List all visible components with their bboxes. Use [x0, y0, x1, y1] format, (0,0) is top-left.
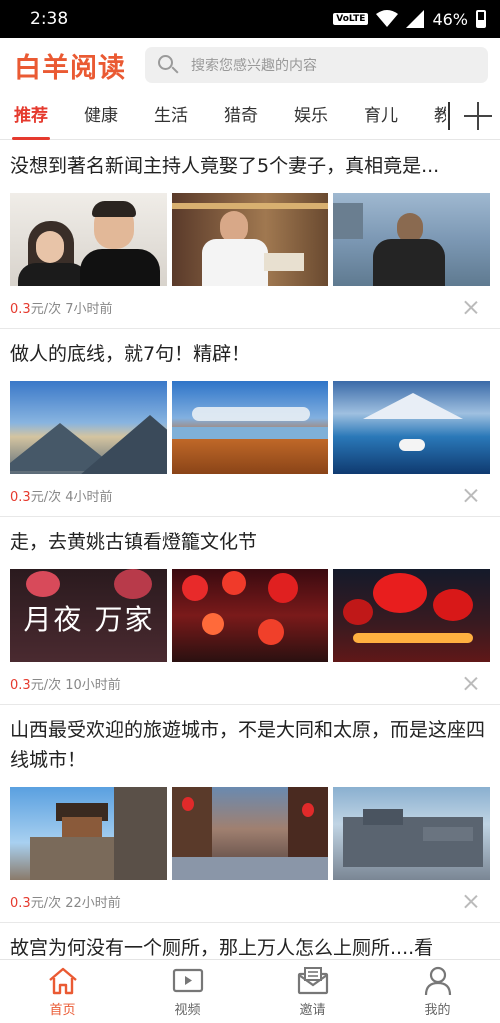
article-images [10, 193, 491, 286]
battery-icon [476, 10, 486, 28]
article-card[interactable]: 没想到著名新闻主持人竟娶了5个妻子，真相竟是... 0.3元/次 7小时前 [0, 141, 500, 329]
article-title[interactable]: 山西最受欢迎的旅遊城市，不是大同和太原，而是这座四线城市！ [10, 715, 490, 775]
article-price: 0.3 [10, 301, 31, 317]
battery-percent: 46% [432, 9, 468, 29]
volte-icon: VoLTE [333, 13, 369, 25]
tab-recommend[interactable]: 推荐 [0, 92, 62, 140]
home-icon [48, 967, 77, 994]
dismiss-icon[interactable] [464, 676, 478, 690]
tab-curiosity[interactable]: 猎奇 [210, 92, 272, 140]
signal-icon [406, 10, 425, 28]
category-tabs: 推荐 健康 生活 猎奇 娱乐 育儿 教 [0, 92, 500, 140]
nav-video-label: 视频 [174, 1002, 201, 1018]
article-card[interactable]: 山西最受欢迎的旅遊城市，不是大同和太原，而是这座四线城市！ 0.3元/次 22小… [0, 705, 500, 923]
app-header: 白羊阅读 搜索您感兴趣的内容 [0, 38, 500, 92]
tab-education[interactable]: 教 [420, 92, 446, 140]
article-price-unit: 元/次 [30, 895, 62, 911]
profile-icon [424, 966, 451, 995]
article-price: 0.3 [10, 677, 31, 693]
article-title[interactable]: 走，去黄姚古镇看燈籠文化节 [10, 527, 490, 557]
article-images: 月夜 万家 [10, 569, 491, 662]
status-bar: 2:38 VoLTE 46% [0, 0, 500, 38]
tab-life[interactable]: 生活 [140, 92, 202, 140]
article-image[interactable] [333, 787, 491, 880]
article-time: 4小时前 [65, 489, 113, 505]
article-feed[interactable]: 没想到著名新闻主持人竟娶了5个妻子，真相竟是... 0.3元/次 7小时前 做人… [0, 141, 500, 959]
article-title[interactable]: 做人的底线，就7句！精辟！ [10, 339, 490, 369]
video-icon [172, 968, 203, 992]
article-price-time: 0.3元/次 22小时前 [10, 892, 121, 911]
article-images [10, 787, 491, 880]
tab-divider [448, 101, 450, 130]
nav-home[interactable]: 首页 [0, 960, 125, 1023]
article-meta: 0.3元/次 7小时前 [10, 286, 490, 328]
search-icon [157, 54, 179, 76]
article-price-unit: 元/次 [30, 489, 62, 505]
nav-invite[interactable]: 邀请 [250, 960, 375, 1023]
article-price-unit: 元/次 [30, 301, 62, 317]
nav-video[interactable]: 视频 [125, 960, 250, 1023]
article-price-time: 0.3元/次 7小时前 [10, 298, 113, 317]
search-input[interactable]: 搜索您感兴趣的内容 [145, 47, 488, 83]
nav-profile-label: 我的 [424, 1002, 451, 1018]
article-image[interactable] [171, 569, 329, 662]
article-card[interactable]: 做人的底线，就7句！精辟！ 0.3元/次 4小时前 [0, 329, 500, 517]
wifi-icon [376, 10, 399, 27]
status-indicators: VoLTE 46% [333, 10, 486, 29]
article-image[interactable] [171, 787, 329, 880]
article-time: 22小时前 [65, 895, 121, 911]
article-image[interactable] [333, 381, 491, 474]
app-logo: 白羊阅读 [14, 52, 126, 84]
tab-parenting[interactable]: 育儿 [350, 92, 412, 140]
article-time: 10小时前 [65, 677, 121, 693]
article-price-time: 0.3元/次 4小时前 [10, 486, 113, 505]
article-image[interactable] [171, 381, 329, 474]
article-image[interactable] [333, 193, 491, 286]
article-image[interactable]: 月夜 万家 [10, 569, 167, 662]
article-card[interactable]: 走，去黄姚古镇看燈籠文化节 月夜 万家 0.3元/次 10小时前 [0, 517, 500, 705]
article-time: 7小时前 [65, 301, 113, 317]
article-meta: 0.3元/次 10小时前 [10, 662, 490, 704]
article-price-unit: 元/次 [30, 677, 62, 693]
tab-health[interactable]: 健康 [70, 92, 132, 140]
article-meta: 0.3元/次 22小时前 [10, 880, 490, 922]
article-image-caption: 月夜 万家 [23, 603, 155, 636]
article-price-time: 0.3元/次 10小时前 [10, 674, 121, 693]
article-title[interactable]: 故宫为何没有一个厕所，那上万人怎么上厕所....看 [10, 933, 490, 959]
status-time: 2:38 [30, 9, 69, 29]
tab-list: 推荐 健康 生活 猎奇 娱乐 育儿 教 [0, 92, 446, 140]
dismiss-icon[interactable] [464, 488, 478, 502]
article-price: 0.3 [10, 489, 31, 505]
search-placeholder: 搜索您感兴趣的内容 [191, 58, 317, 74]
tab-entertainment[interactable]: 娱乐 [280, 92, 342, 140]
article-card[interactable]: 故宫为何没有一个厕所，那上万人怎么上厕所....看 [0, 923, 500, 959]
nav-home-label: 首页 [49, 1002, 76, 1018]
dismiss-icon[interactable] [464, 894, 478, 908]
article-meta: 0.3元/次 4小时前 [10, 474, 490, 516]
nav-invite-label: 邀请 [299, 1002, 326, 1018]
article-image[interactable] [10, 381, 167, 474]
article-image[interactable] [10, 193, 167, 286]
article-images [10, 381, 491, 474]
add-category-icon[interactable] [458, 96, 498, 136]
article-image[interactable] [10, 787, 167, 880]
dismiss-icon[interactable] [464, 300, 478, 314]
nav-profile[interactable]: 我的 [375, 960, 500, 1023]
article-image[interactable] [171, 193, 329, 286]
article-image[interactable] [333, 569, 491, 662]
bottom-nav: 首页 视频 邀请 我的 [0, 959, 500, 1023]
article-title[interactable]: 没想到著名新闻主持人竟娶了5个妻子，真相竟是... [10, 151, 490, 181]
invite-icon [297, 966, 328, 994]
article-price: 0.3 [10, 895, 31, 911]
